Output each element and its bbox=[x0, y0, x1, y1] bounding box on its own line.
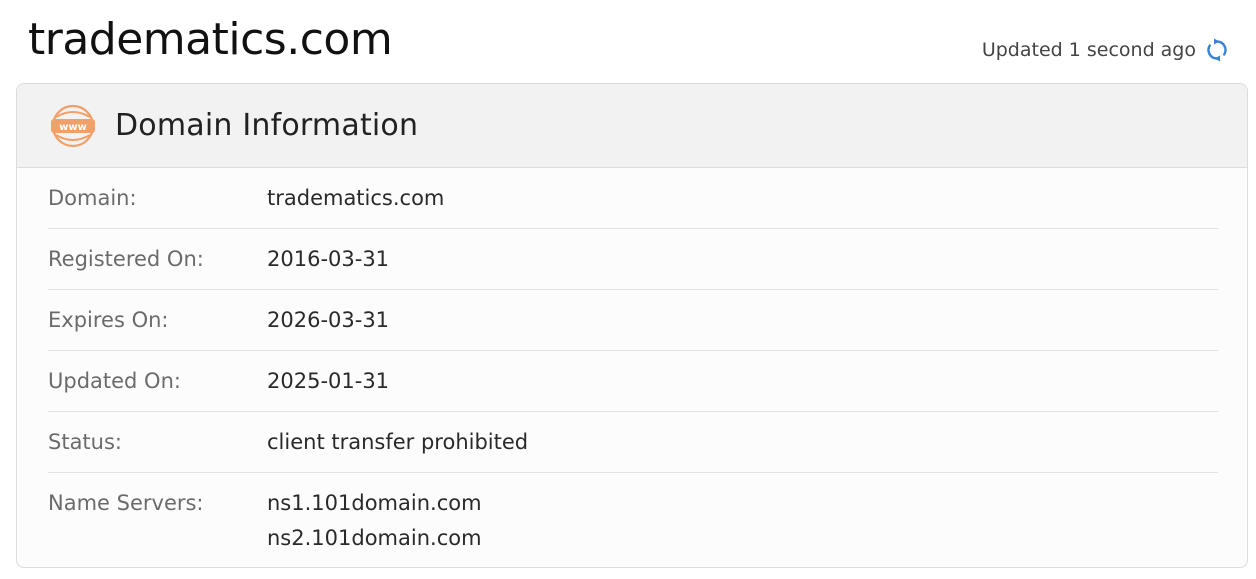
info-value: tradematics.com bbox=[267, 186, 445, 210]
info-value: client transfer prohibited bbox=[267, 430, 529, 454]
info-label: Registered On: bbox=[48, 247, 204, 271]
info-label: Expires On: bbox=[48, 308, 169, 332]
info-label: Status: bbox=[48, 430, 122, 454]
page: tradematics.com Updated 1 second ago www… bbox=[0, 0, 1256, 579]
info-row-updated-on: Updated On: 2025-01-31 bbox=[48, 351, 1218, 412]
updated-text: Updated 1 second ago bbox=[981, 39, 1196, 61]
name-server-list: ns1.101domain.com ns2.101domain.com bbox=[267, 486, 482, 556]
refresh-icon bbox=[1207, 38, 1227, 62]
info-row-name-servers: Name Servers: ns1.101domain.com ns2.101d… bbox=[48, 473, 1218, 567]
info-value: 2026-03-31 bbox=[267, 308, 390, 332]
top-bar: tradematics.com Updated 1 second ago bbox=[0, 0, 1256, 82]
site-title: tradematics.com bbox=[28, 14, 393, 65]
domain-information-card: www Domain Information Domain: trademati… bbox=[16, 83, 1248, 568]
info-row-status: Status: client transfer prohibited bbox=[48, 412, 1218, 473]
card-title: Domain Information bbox=[115, 108, 419, 143]
www-icon: www bbox=[50, 103, 96, 149]
info-label: Updated On: bbox=[48, 369, 181, 393]
info-value: 2016-03-31 bbox=[267, 247, 390, 271]
card-header: www Domain Information bbox=[17, 84, 1247, 168]
info-value: 2025-01-31 bbox=[267, 369, 390, 393]
svg-text:www: www bbox=[59, 122, 87, 133]
name-server-item: ns1.101domain.com bbox=[267, 491, 482, 515]
info-label: Name Servers: bbox=[48, 491, 204, 515]
name-server-item: ns2.101domain.com bbox=[267, 526, 482, 550]
domain-info-table: Domain: tradematics.com Registered On: 2… bbox=[48, 168, 1218, 567]
info-label: Domain: bbox=[48, 186, 137, 210]
info-row-registered-on: Registered On: 2016-03-31 bbox=[48, 229, 1218, 290]
refresh-button[interactable] bbox=[1204, 37, 1230, 63]
info-row-domain: Domain: tradematics.com bbox=[48, 168, 1218, 229]
updated-status: Updated 1 second ago bbox=[982, 36, 1230, 64]
info-row-expires-on: Expires On: 2026-03-31 bbox=[48, 290, 1218, 351]
